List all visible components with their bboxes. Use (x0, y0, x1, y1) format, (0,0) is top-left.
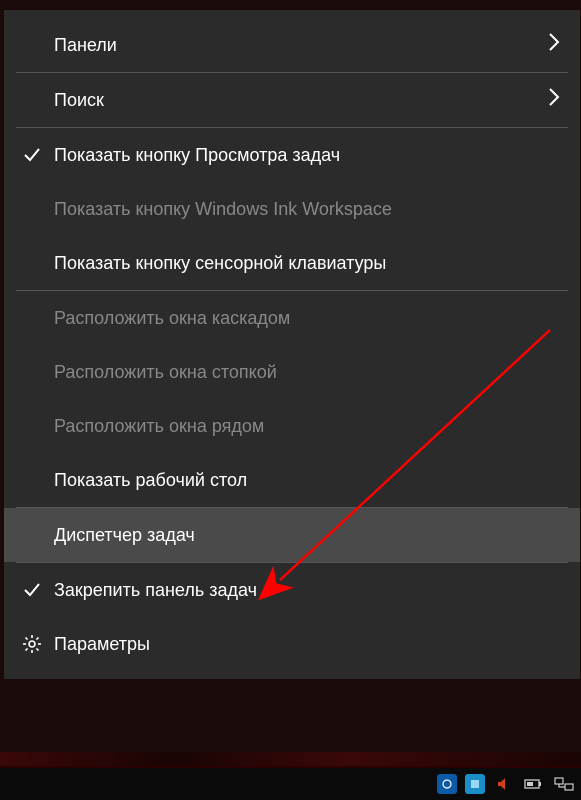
menu-item-cascade[interactable]: Расположить окна каскадом (4, 291, 580, 345)
gear-icon (16, 634, 48, 654)
menu-label: Показать кнопку Windows Ink Workspace (48, 199, 560, 220)
menu-label: Закрепить панель задач (48, 580, 560, 601)
menu-item-panels[interactable]: Панели (4, 18, 580, 72)
tray-icon-battery[interactable] (523, 773, 545, 795)
menu-item-stacked[interactable]: Расположить окна стопкой (4, 345, 580, 399)
tray-icon-volume[interactable] (493, 773, 515, 795)
menu-label: Расположить окна стопкой (48, 362, 560, 383)
tray-icon-app1[interactable] (437, 774, 457, 794)
menu-label: Показать кнопку сенсорной клавиатуры (48, 253, 560, 274)
menu-label: Панели (48, 35, 548, 56)
menu-label: Поиск (48, 90, 548, 111)
taskbar-context-menu: Панели Поиск Показать кнопку Просмотра з… (4, 10, 580, 679)
menu-item-lock-taskbar[interactable]: Закрепить панель задач (4, 563, 580, 617)
taskbar (0, 766, 581, 800)
menu-item-sidebyside[interactable]: Расположить окна рядом (4, 399, 580, 453)
tray-icon-app2[interactable] (465, 774, 485, 794)
menu-label: Показать кнопку Просмотра задач (48, 145, 560, 166)
menu-item-show-desktop[interactable]: Показать рабочий стол (4, 453, 580, 507)
menu-item-ink-workspace[interactable]: Показать кнопку Windows Ink Workspace (4, 182, 580, 236)
menu-item-task-manager[interactable]: Диспетчер задач (4, 508, 580, 562)
menu-label: Параметры (48, 634, 560, 655)
tray-icon-network[interactable] (553, 773, 575, 795)
menu-item-search[interactable]: Поиск (4, 73, 580, 127)
menu-label: Расположить окна каскадом (48, 308, 560, 329)
menu-label: Диспетчер задач (48, 525, 560, 546)
chevron-right-icon (548, 32, 560, 58)
check-icon (16, 580, 48, 600)
chevron-right-icon (548, 87, 560, 113)
desktop-background (0, 752, 581, 766)
menu-item-settings[interactable]: Параметры (4, 617, 580, 671)
menu-item-touch-keyboard[interactable]: Показать кнопку сенсорной клавиатуры (4, 236, 580, 290)
check-icon (16, 145, 48, 165)
menu-item-show-taskview[interactable]: Показать кнопку Просмотра задач (4, 128, 580, 182)
menu-label: Показать рабочий стол (48, 470, 560, 491)
menu-label: Расположить окна рядом (48, 416, 560, 437)
